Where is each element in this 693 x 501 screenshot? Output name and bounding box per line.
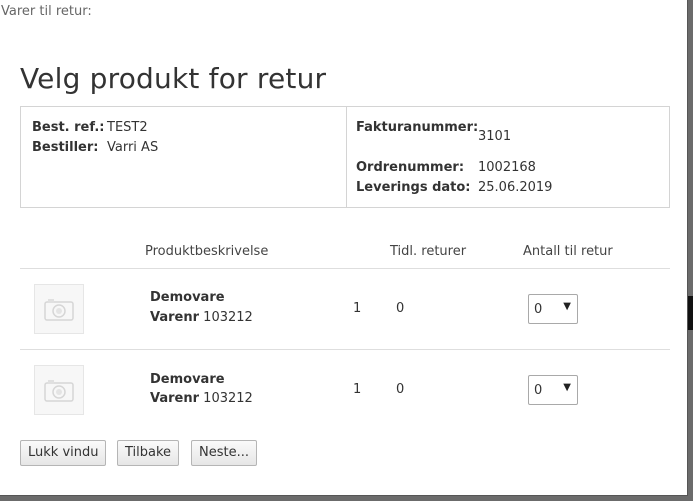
return-amount-value: 0	[534, 302, 543, 317]
previous-returns-value: 0	[396, 382, 405, 397]
background-edge	[688, 296, 693, 330]
leverings-dato-label: Leverings dato:	[356, 180, 471, 195]
close-window-button[interactable]: Lukk vindu	[20, 440, 107, 466]
bestiller-row: Bestiller: Varri AS	[32, 140, 158, 155]
column-header-antall-til-retur: Antall til retur	[523, 244, 613, 259]
leverings-dato-value: 25.06.2019	[478, 180, 553, 195]
quantity-value: 1	[353, 301, 362, 316]
chevron-down-icon: ▼	[563, 382, 571, 393]
return-amount-select[interactable]: 0 ▼	[528, 375, 578, 405]
best-ref-row: Best. ref.: TEST2	[32, 120, 148, 135]
varenr-value: 103212	[203, 310, 253, 325]
camera-placeholder-icon	[34, 284, 84, 334]
camera-icon-graphic	[44, 299, 74, 321]
page-title: Velg produkt for retur	[20, 62, 327, 95]
product-varenr: Varenr 103212	[150, 310, 253, 325]
column-header-produktbeskrivelse: Produktbeskrivelse	[145, 244, 269, 259]
table-divider	[20, 268, 670, 269]
camera-icon-graphic	[44, 380, 74, 402]
varenr-label: Varenr	[150, 391, 200, 406]
return-amount-value: 0	[534, 383, 543, 398]
ordrenummer-label: Ordrenummer:	[356, 160, 465, 175]
return-dialog: Varer til retur: Velg produkt for retur …	[0, 0, 688, 496]
back-button[interactable]: Tilbake	[117, 440, 180, 466]
best-ref-label: Best. ref.:	[32, 120, 105, 135]
product-name: Demovare	[150, 290, 225, 305]
next-button[interactable]: Neste...	[191, 440, 257, 466]
varenr-value: 103212	[203, 391, 253, 406]
product-name: Demovare	[150, 372, 225, 387]
quantity-value: 1	[353, 382, 362, 397]
best-ref-value: TEST2	[107, 120, 148, 135]
column-header-tidl-returer: Tidl. returer	[390, 244, 467, 259]
previous-returns-value: 0	[396, 301, 405, 316]
fakturanummer-label: Fakturanummer:	[356, 120, 479, 135]
camera-placeholder-icon	[34, 365, 84, 415]
table-divider	[20, 349, 670, 350]
ordrenummer-row: Ordrenummer: 1002168	[356, 160, 536, 175]
order-info-box: Best. ref.: TEST2 Bestiller: Varri AS Fa…	[20, 106, 670, 208]
bestiller-value: Varri AS	[107, 140, 159, 155]
product-varenr: Varenr 103212	[150, 391, 253, 406]
bestiller-label: Bestiller:	[32, 140, 99, 155]
return-amount-select[interactable]: 0 ▼	[528, 294, 578, 324]
fakturanummer-value: 3101	[478, 129, 512, 144]
window-title: Varer til retur:	[1, 4, 92, 19]
chevron-down-icon: ▼	[563, 301, 571, 312]
leverings-dato-row: Leverings dato: 25.06.2019	[356, 180, 552, 195]
info-divider	[346, 107, 347, 207]
fakturanummer-row: Fakturanummer: 3101	[356, 120, 511, 144]
ordrenummer-value: 1002168	[478, 160, 536, 175]
varenr-label: Varenr	[150, 310, 200, 325]
